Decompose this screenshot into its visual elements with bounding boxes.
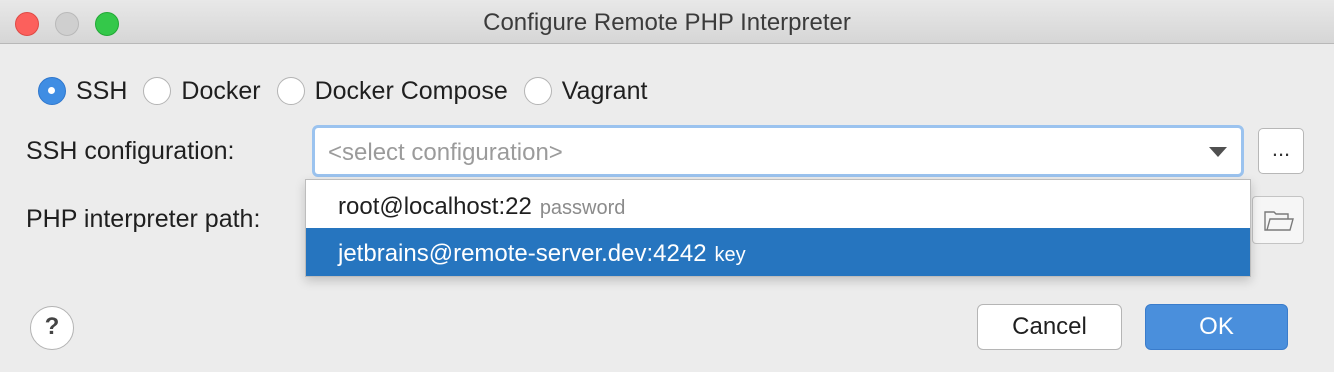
- radio-label-vagrant: Vagrant: [561, 76, 648, 105]
- cancel-button[interactable]: Cancel: [977, 304, 1122, 350]
- dropdown-item-auth: password: [539, 197, 626, 219]
- radio-option-docker-compose[interactable]: Docker Compose: [276, 76, 508, 106]
- dropdown-item-jetbrains-remote[interactable]: jetbrains@remote-server.dev:4242 key: [306, 228, 1250, 276]
- folder-icon: [1264, 211, 1294, 231]
- radio-label-docker-compose: Docker Compose: [314, 76, 508, 105]
- radio-button-docker[interactable]: [143, 77, 172, 105]
- chevron-down-icon[interactable]: [1209, 147, 1227, 157]
- ssh-configuration-browse-button[interactable]: ...: [1258, 128, 1304, 174]
- dropdown-item-text: jetbrains@remote-server.dev:4242 key: [338, 240, 746, 268]
- radio-option-ssh[interactable]: SSH: [38, 77, 127, 106]
- dropdown-item-host: jetbrains@remote-server.dev:4242: [338, 240, 707, 267]
- radio-label-ssh: SSH: [76, 76, 128, 105]
- ok-button[interactable]: OK: [1145, 304, 1288, 350]
- radio-button-vagrant[interactable]: [523, 77, 552, 105]
- radio-option-vagrant[interactable]: Vagrant: [523, 76, 648, 106]
- ssh-configuration-placeholder: <select configuration>: [328, 139, 563, 166]
- dropdown-item-text: root@localhost:22 password: [338, 193, 625, 221]
- window-title: Configure Remote PHP Interpreter: [483, 9, 851, 36]
- dropdown-item-auth: key: [714, 244, 746, 266]
- dropdown-item-host: root@localhost:22: [338, 193, 532, 220]
- help-button[interactable]: ?: [30, 306, 74, 350]
- radio-option-docker[interactable]: Docker: [143, 76, 261, 106]
- php-interpreter-path-label: PHP interpreter path:: [26, 205, 261, 233]
- dropdown-item-root-localhost[interactable]: root@localhost:22 password: [306, 181, 1250, 229]
- ssh-configuration-dropdown-list: root@localhost:22 password jetbrains@remo…: [305, 179, 1251, 277]
- ssh-configuration-select[interactable]: <select configuration>: [312, 125, 1244, 177]
- title-bar: Configure Remote PHP Interpreter: [0, 0, 1334, 44]
- radio-label-docker: Docker: [181, 76, 261, 105]
- connection-type-group: SSH Docker Docker Compose Vagrant: [38, 76, 663, 106]
- ssh-configuration-label: SSH configuration:: [26, 137, 235, 165]
- radio-button-docker-compose[interactable]: [276, 77, 305, 105]
- radio-button-ssh[interactable]: [38, 77, 66, 105]
- php-interpreter-browse-button[interactable]: [1252, 196, 1304, 244]
